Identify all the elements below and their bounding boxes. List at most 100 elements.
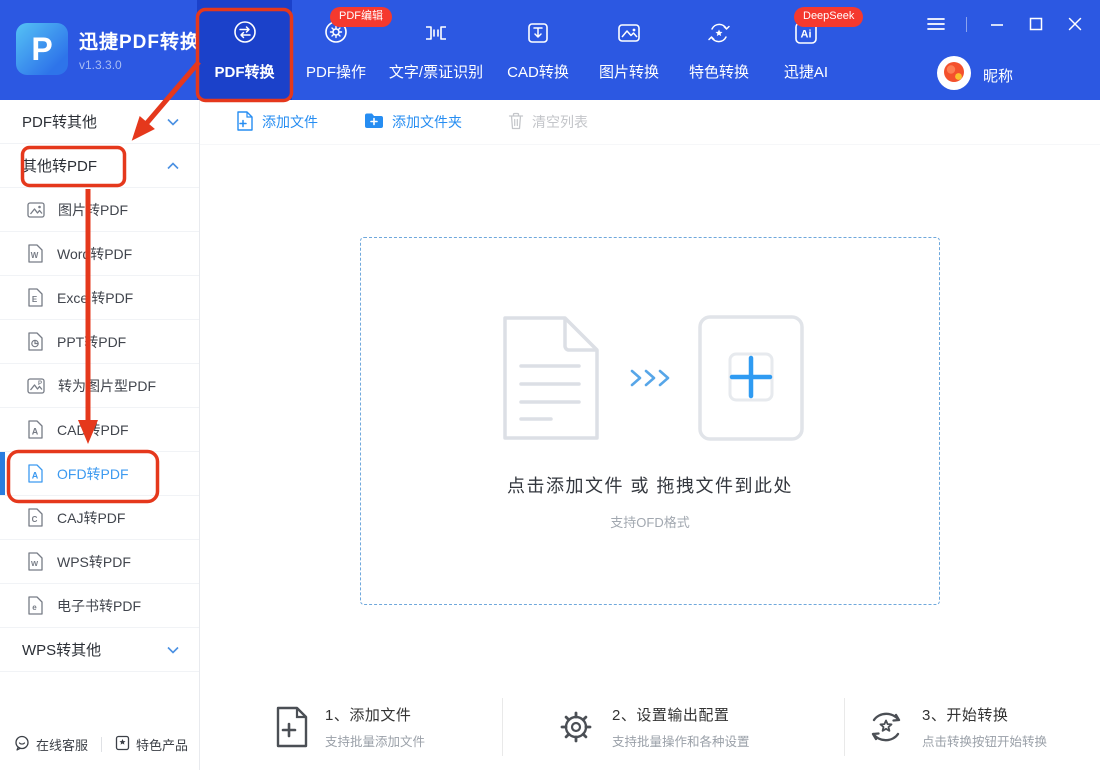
sidebar-group-wps-to-other[interactable]: WPS转其他 [0, 628, 199, 672]
svg-text:C: C [32, 515, 38, 524]
caj-file-icon: C [27, 508, 44, 527]
svg-text:W: W [31, 559, 39, 568]
app-window: P 迅捷PDF转换器 v1.3.3.0 PDF转换 PDF编辑 PDF操作 文字… [0, 0, 1100, 770]
file-plus-icon [274, 706, 310, 748]
add-folder-button[interactable]: 添加文件夹 [364, 112, 462, 132]
window-controls [927, 15, 1084, 33]
menu-icon[interactable] [927, 15, 945, 33]
file-toolbar: 添加文件 添加文件夹 清空列表 [200, 100, 1100, 145]
featured-products-button[interactable]: 特色产品 [115, 735, 188, 754]
online-support-button[interactable]: 在线客服 [14, 735, 88, 754]
clear-list-button[interactable]: 清空列表 [508, 112, 588, 133]
excel-file-icon: E [27, 288, 44, 307]
sidebar-footer: 在线客服 特色产品 [0, 718, 199, 770]
avatar [936, 55, 972, 96]
item-label: Excel转PDF [57, 289, 134, 306]
step-add-file: 1、添加文件 支持批量添加文件 [200, 698, 502, 756]
tab-label: 特色转换 [688, 63, 749, 81]
tab-label: CAD转换 [507, 63, 569, 81]
tab-ocr[interactable]: 文字/票证识别 [380, 0, 492, 100]
group-label: WPS转其他 [22, 642, 102, 659]
triple-chevron-icon [627, 366, 673, 395]
svg-text:A: A [32, 471, 39, 481]
deepseek-badge: DeepSeek [794, 7, 864, 27]
maximize-button[interactable] [1027, 15, 1045, 33]
trash-icon [508, 112, 524, 133]
tab-pdf-convert[interactable]: PDF转换 [197, 0, 292, 100]
folder-plus-icon [364, 112, 384, 132]
sidebar-item-ppt-to-pdf[interactable]: PPT转PDF [0, 320, 199, 364]
svg-text:W: W [31, 251, 39, 260]
image-pdf-file-icon: P [27, 377, 45, 394]
sidebar-item-caj-to-pdf[interactable]: C CAJ转PDF [0, 496, 199, 540]
dropzone-illustration [361, 314, 939, 447]
footer-divider [101, 736, 103, 752]
sidebar-item-wps-to-pdf[interactable]: W WPS转PDF [0, 540, 199, 584]
tab-image-convert[interactable]: 图片转换 [584, 0, 674, 100]
add-file-card-icon[interactable] [697, 314, 805, 447]
window-controls-divider [966, 16, 967, 32]
step-start-convert: 3、开始转换 点击转换按钮开始转换 [845, 698, 1100, 756]
svg-text:Ai: Ai [801, 28, 812, 40]
svg-text:e: e [32, 603, 37, 612]
pdf-file-icon: A [27, 420, 44, 439]
item-label: 转为图片型PDF [58, 377, 156, 394]
add-file-button[interactable]: 添加文件 [236, 110, 318, 134]
step-desc: 支持批量操作和各种设置 [612, 735, 750, 749]
sidebar-item-ebook-to-pdf[interactable]: e 电子书转PDF [0, 584, 199, 628]
user-nickname: 昵称 [983, 68, 1014, 85]
tab-ai[interactable]: DeepSeek Ai 迅捷AI [764, 0, 864, 100]
sidebar: PDF转其他 其他转PDF 图片转PDF W Word转PDF E Excel转… [0, 100, 200, 770]
ppt-file-icon [27, 332, 44, 351]
sidebar-item-excel-to-pdf[interactable]: E Excel转PDF [0, 276, 199, 320]
group-label: PDF转其他 [22, 114, 98, 131]
pdf-edit-badge: PDF编辑 [330, 7, 392, 27]
sidebar-item-ofd-to-pdf[interactable]: A OFD转PDF [0, 452, 199, 496]
dropzone-format-hint: 支持OFD格式 [610, 515, 690, 530]
sidebar-group-pdf-to-other[interactable]: PDF转其他 [0, 100, 199, 144]
word-file-icon: W [27, 244, 44, 263]
tab-label: PDF操作 [305, 63, 366, 81]
pdf-convert-icon [231, 19, 259, 52]
tab-label: PDF转换 [214, 63, 275, 81]
step-title: 2、设置输出配置 [612, 707, 730, 724]
file-dropzone[interactable]: 点击添加文件 或 拖拽文件到此处 支持OFD格式 [360, 237, 940, 605]
sidebar-group-other-to-pdf[interactable]: 其他转PDF [0, 144, 199, 188]
image-convert-icon [615, 19, 643, 52]
step-configure-output: 2、设置输出配置 支持批量操作和各种设置 [502, 698, 845, 756]
item-label: CAD转PDF [57, 421, 129, 438]
brand: P 迅捷PDF转换器 v1.3.3.0 [16, 23, 220, 75]
close-button[interactable] [1066, 15, 1084, 33]
cad-convert-icon [524, 19, 552, 52]
item-label: PPT转PDF [57, 333, 127, 350]
svg-text:P: P [38, 381, 42, 387]
tab-label: 图片转换 [598, 63, 659, 81]
app-logo-icon: P [16, 23, 68, 75]
user-account[interactable]: 昵称 [936, 55, 1013, 96]
image-file-icon [27, 201, 45, 218]
chevron-down-icon [167, 646, 179, 654]
item-label: Word转PDF [57, 245, 133, 262]
sidebar-item-to-image-pdf[interactable]: P 转为图片型PDF [0, 364, 199, 408]
convert-star-icon [865, 706, 907, 748]
sidebar-item-cad-to-pdf[interactable]: A CAD转PDF [0, 408, 199, 452]
minimize-button[interactable] [988, 15, 1006, 33]
sidebar-item-word-to-pdf[interactable]: W Word转PDF [0, 232, 199, 276]
wps-file-icon: W [27, 552, 44, 571]
tab-label: 文字/票证识别 [388, 63, 484, 81]
chevron-down-icon [167, 118, 179, 126]
chevron-up-icon [167, 161, 179, 170]
item-label: 图片转PDF [58, 201, 128, 218]
sidebar-item-image-to-pdf[interactable]: 图片转PDF [0, 188, 199, 232]
ebook-file-icon: e [27, 596, 44, 615]
group-label: 其他转PDF [22, 158, 98, 175]
step-desc: 支持批量添加文件 [325, 735, 426, 749]
tab-cad-convert[interactable]: CAD转换 [492, 0, 584, 100]
pdf-file-icon: A [27, 464, 44, 483]
svg-text:A: A [32, 427, 39, 437]
tab-pdf-edit[interactable]: PDF编辑 PDF操作 [292, 0, 392, 100]
tab-special-convert[interactable]: 特色转换 [674, 0, 764, 100]
footer-label: 特色产品 [136, 737, 189, 753]
gear-icon [555, 706, 597, 748]
step-title: 1、添加文件 [325, 707, 412, 724]
